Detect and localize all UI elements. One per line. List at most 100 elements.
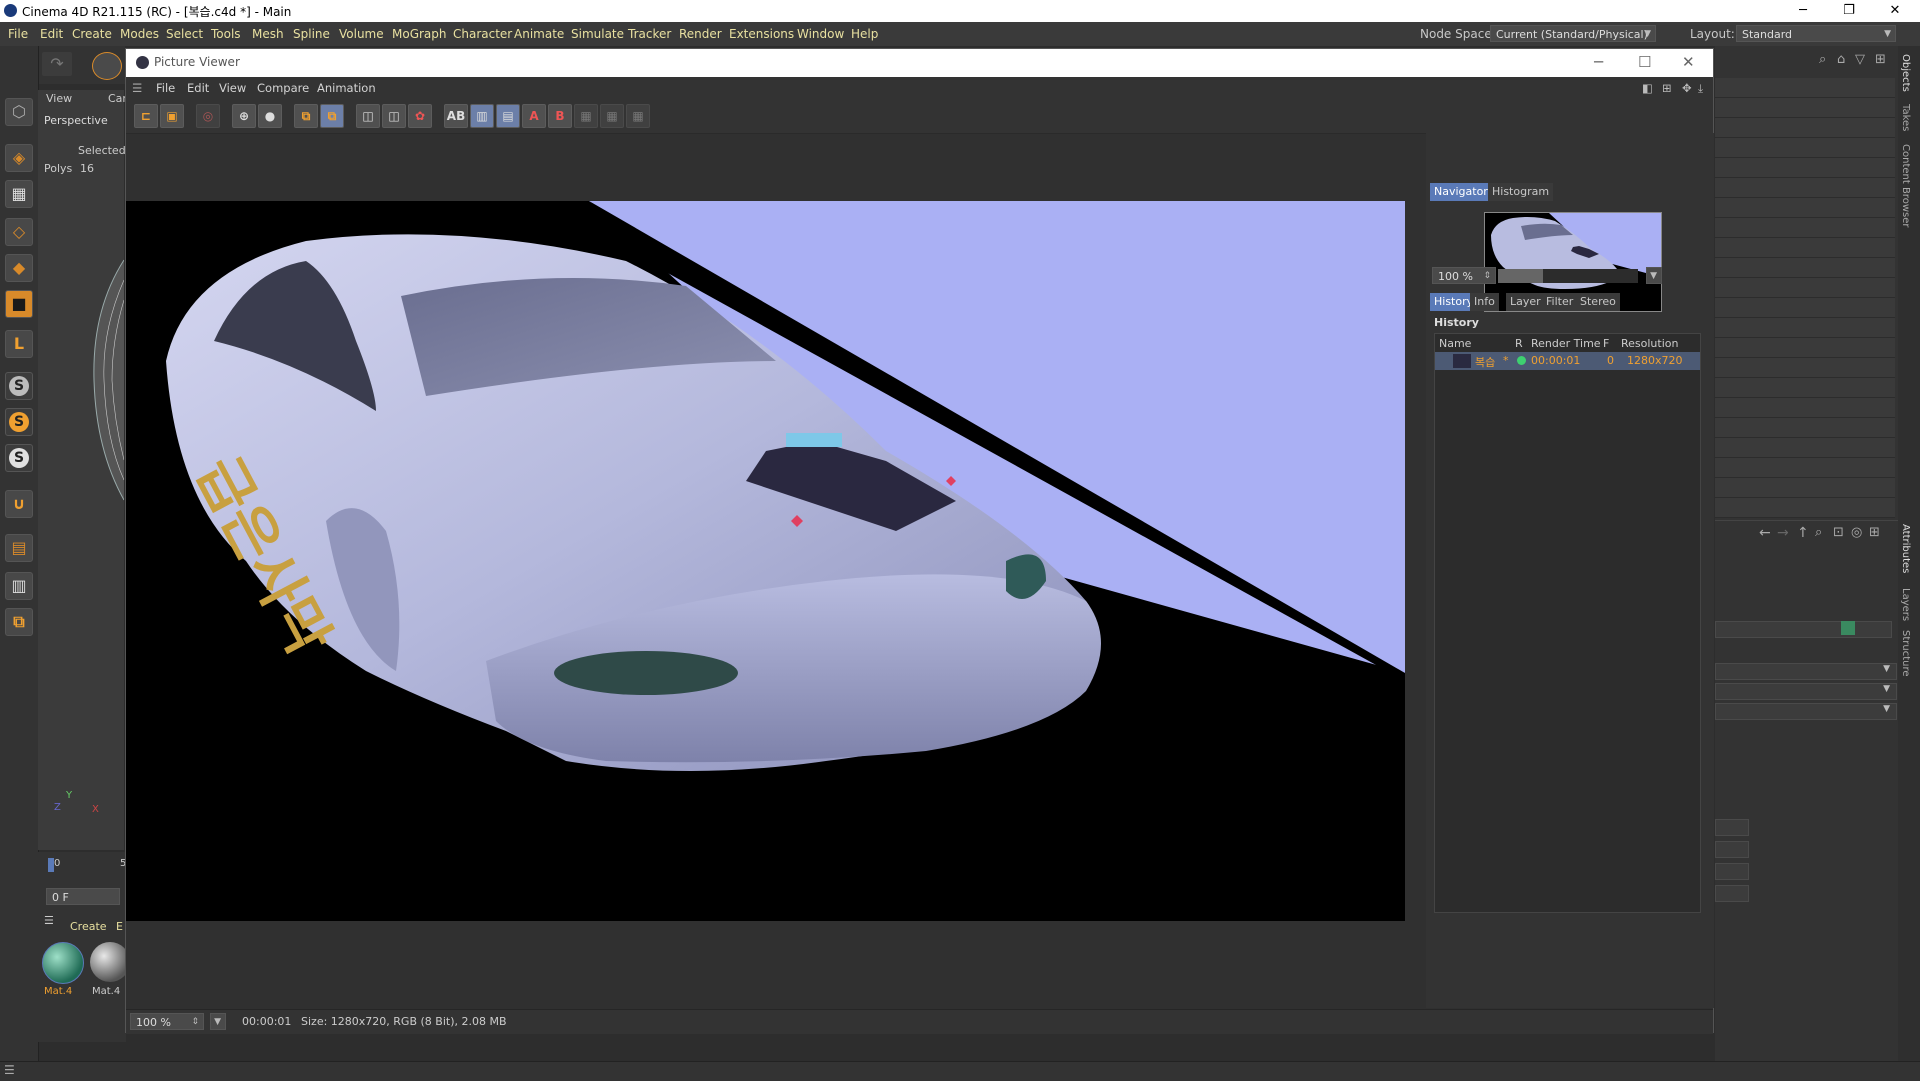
- tab-navigator[interactable]: Navigator: [1430, 183, 1492, 201]
- material-swatch[interactable]: [90, 942, 130, 982]
- attribute-dropdown[interactable]: ▼: [1715, 703, 1897, 720]
- menu-file[interactable]: File: [8, 27, 28, 41]
- menu-mesh[interactable]: Mesh: [252, 27, 284, 41]
- grid-icon[interactable]: ▥: [5, 572, 33, 600]
- object-row[interactable]: [1715, 198, 1895, 218]
- show-alpha-icon[interactable]: ◫: [356, 104, 380, 128]
- pin-icon[interactable]: ⤓: [1698, 81, 1703, 96]
- tab-histogram[interactable]: Histogram: [1488, 183, 1554, 201]
- menu-select[interactable]: Select: [166, 27, 203, 41]
- menu-animate[interactable]: Animate: [514, 27, 564, 41]
- texture-mode-icon[interactable]: ▦: [5, 180, 33, 208]
- pv-minimize-button[interactable]: ─: [1594, 53, 1603, 71]
- object-row[interactable]: [1715, 338, 1895, 358]
- menu-mograph[interactable]: MoGraph: [392, 27, 447, 41]
- planar-workplane-icon[interactable]: ⧉: [5, 608, 33, 636]
- search-icon[interactable]: ⌕: [1819, 52, 1826, 67]
- object-row[interactable]: [1715, 398, 1895, 418]
- workplane-icon[interactable]: ▤: [5, 534, 33, 562]
- material-menu-edit[interactable]: E: [116, 920, 123, 933]
- tab-content-browser[interactable]: Content Browser: [1900, 144, 1911, 227]
- tab-takes[interactable]: Takes: [1900, 104, 1911, 131]
- back-arrow-icon[interactable]: ←: [1759, 525, 1771, 541]
- object-row[interactable]: [1715, 238, 1895, 258]
- numeric-field[interactable]: [1715, 885, 1749, 902]
- tab-attributes[interactable]: Attributes: [1900, 524, 1911, 573]
- redo-icon[interactable]: ↷: [42, 52, 72, 76]
- object-row[interactable]: [1715, 138, 1895, 158]
- overlay-icon[interactable]: ▦: [626, 104, 650, 128]
- split-horizontal-icon[interactable]: ▤: [496, 104, 520, 128]
- snap-settings-icon[interactable]: S: [5, 408, 33, 436]
- navigator-zoom-field[interactable]: 100 % ⇕: [1432, 267, 1496, 284]
- object-row[interactable]: [1715, 318, 1895, 338]
- tab-filter[interactable]: Filter: [1542, 293, 1578, 311]
- open-icon[interactable]: ⊏: [134, 104, 158, 128]
- pv-maximize-button[interactable]: ☐: [1638, 53, 1651, 71]
- show-channel-icon[interactable]: ◫: [382, 104, 406, 128]
- layout-single-icon[interactable]: ◧: [1642, 81, 1653, 95]
- difference-icon[interactable]: ▦: [574, 104, 598, 128]
- menu-volume[interactable]: Volume: [339, 27, 384, 41]
- snap-icon[interactable]: S: [5, 372, 33, 400]
- up-arrow-icon[interactable]: ↑: [1797, 525, 1809, 541]
- object-row[interactable]: [1715, 118, 1895, 138]
- material-menu-icon[interactable]: ☰: [44, 914, 54, 927]
- set-a-icon[interactable]: A: [522, 104, 546, 128]
- menu-edit[interactable]: Edit: [40, 27, 63, 41]
- object-row[interactable]: [1715, 258, 1895, 278]
- attribute-dropdown[interactable]: ▼: [1715, 663, 1897, 680]
- timeline-playhead[interactable]: [48, 858, 54, 872]
- menu-simulate[interactable]: Simulate: [571, 27, 624, 41]
- live-selection-icon[interactable]: [92, 52, 122, 80]
- pv-menu-edit[interactable]: Edit: [187, 81, 209, 95]
- attribute-dropdown[interactable]: ▼: [1715, 683, 1897, 700]
- object-row[interactable]: [1715, 498, 1895, 518]
- pv-close-button[interactable]: ✕: [1682, 53, 1695, 71]
- numeric-field[interactable]: [1715, 841, 1749, 858]
- swap-icon[interactable]: ▦: [600, 104, 624, 128]
- render-region-icon[interactable]: ⊕: [232, 104, 256, 128]
- object-row[interactable]: [1715, 98, 1895, 118]
- tab-structure[interactable]: Structure: [1900, 630, 1911, 677]
- menu-extensions[interactable]: Extensions: [729, 27, 794, 41]
- object-row[interactable]: [1715, 218, 1895, 238]
- tab-info[interactable]: Info: [1470, 293, 1499, 311]
- move-icon[interactable]: ✥: [1682, 81, 1692, 95]
- viewport-menu-view[interactable]: View: [46, 92, 72, 105]
- set-b-icon[interactable]: B: [548, 104, 572, 128]
- material-name[interactable]: Mat.4: [92, 986, 120, 997]
- menu-modes[interactable]: Modes: [120, 27, 159, 41]
- restore-button[interactable]: ❐: [1826, 0, 1872, 22]
- menu-render[interactable]: Render: [679, 27, 722, 41]
- pv-menu-file[interactable]: File: [156, 81, 175, 95]
- menu-window[interactable]: Window: [797, 27, 844, 41]
- split-vertical-icon[interactable]: ▥: [470, 104, 494, 128]
- pv-menu-animation[interactable]: Animation: [317, 81, 376, 95]
- col-render-time[interactable]: Render Time: [1531, 337, 1601, 350]
- status-zoom-field[interactable]: 100 % ⇕: [130, 1013, 204, 1030]
- workplane-snap-icon[interactable]: S: [5, 444, 33, 472]
- menu-help[interactable]: Help: [851, 27, 878, 41]
- search-icon[interactable]: ⌕: [1815, 525, 1822, 540]
- menu-create[interactable]: Create: [72, 27, 112, 41]
- save-icon[interactable]: ▣: [160, 104, 184, 128]
- status-menu-icon[interactable]: ☰: [4, 1063, 15, 1077]
- material-menu-create[interactable]: Create: [70, 920, 107, 933]
- target-icon[interactable]: ◎: [1851, 525, 1862, 540]
- object-row[interactable]: [1715, 358, 1895, 378]
- object-row[interactable]: [1715, 278, 1895, 298]
- layout-add-icon[interactable]: ⊞: [1662, 81, 1672, 95]
- close-button[interactable]: ✕: [1872, 0, 1918, 22]
- tab-objects[interactable]: Objects: [1900, 54, 1911, 92]
- filter-icon[interactable]: ▽: [1855, 52, 1865, 67]
- new-window-icon[interactable]: ⊞: [1875, 52, 1886, 67]
- object-row[interactable]: [1715, 458, 1895, 478]
- col-f[interactable]: F: [1603, 337, 1609, 350]
- rgb-channels-icon[interactable]: ✿: [408, 104, 432, 128]
- layout-select[interactable]: Standard ▼: [1736, 25, 1896, 42]
- new-window-icon[interactable]: ⊞: [1869, 525, 1880, 540]
- history-row[interactable]: 복습 * 00:00:01 0 1280x720: [1435, 352, 1700, 370]
- object-row[interactable]: [1715, 418, 1895, 438]
- col-r[interactable]: R: [1515, 337, 1523, 350]
